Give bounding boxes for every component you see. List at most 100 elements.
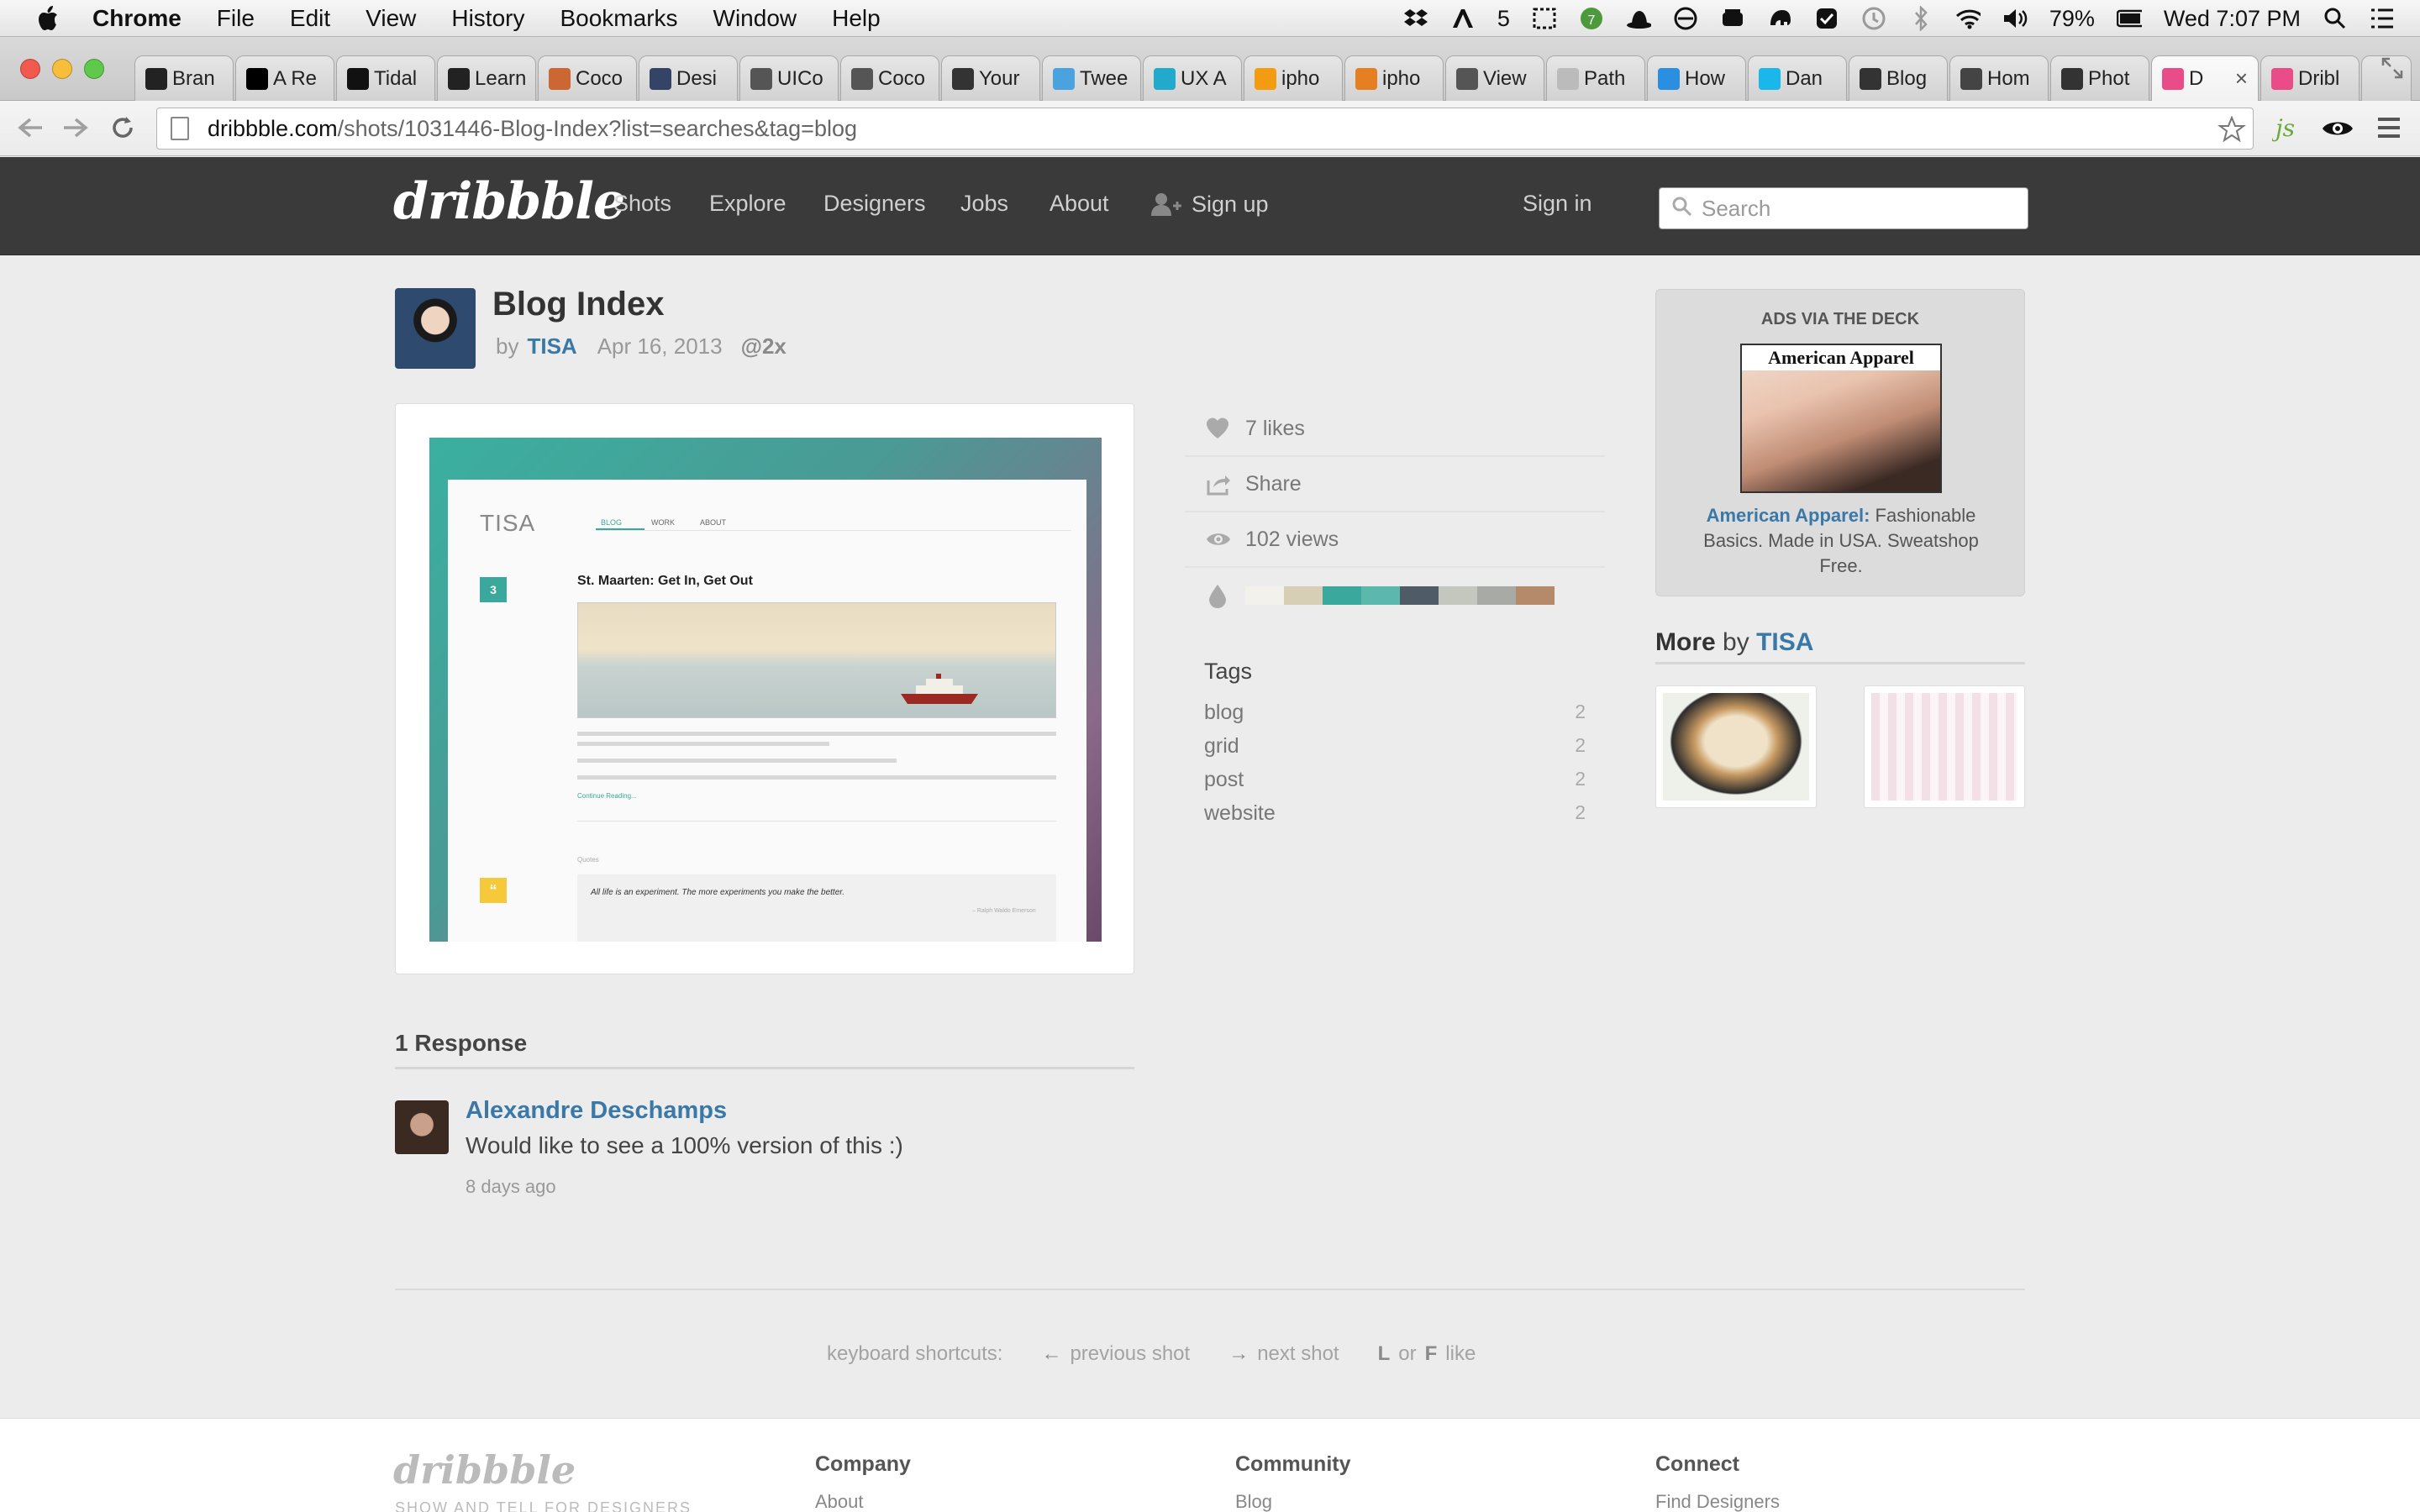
footer-link-about[interactable]: About bbox=[815, 1491, 864, 1512]
menu-window[interactable]: Window bbox=[713, 5, 797, 32]
back-arrow-icon[interactable] bbox=[12, 109, 49, 146]
color-swatch[interactable] bbox=[1323, 586, 1361, 605]
elephant-icon[interactable] bbox=[1767, 6, 1792, 31]
menu-file[interactable]: File bbox=[217, 5, 255, 32]
spotlight-search-icon[interactable] bbox=[2323, 6, 2348, 31]
js-extension-icon[interactable]: js bbox=[2270, 111, 2302, 149]
more-shot-thumbnail[interactable] bbox=[1864, 685, 2025, 808]
eye-extension-icon[interactable] bbox=[2321, 114, 2354, 147]
signin-link[interactable]: Sign in bbox=[1523, 191, 1592, 217]
wifi-icon[interactable] bbox=[1955, 6, 1981, 31]
previous-shot-link[interactable]: previous shot bbox=[1070, 1342, 1190, 1366]
alfred-hat-icon[interactable] bbox=[1626, 6, 1651, 31]
ad-image[interactable]: American Apparel bbox=[1740, 344, 1942, 493]
tag-name[interactable]: website bbox=[1204, 801, 1276, 835]
browser-tab[interactable]: ipho bbox=[1344, 55, 1444, 101]
browser-tab[interactable]: Dan bbox=[1748, 55, 1847, 101]
nav-jobs[interactable]: Jobs bbox=[960, 191, 1008, 217]
menu-edit[interactable]: Edit bbox=[290, 5, 330, 32]
tag-name[interactable]: grid bbox=[1204, 734, 1239, 768]
menu-view[interactable]: View bbox=[366, 5, 416, 32]
color-swatch[interactable] bbox=[1477, 586, 1516, 605]
footer-logo[interactable]: dribbble bbox=[393, 1447, 576, 1493]
search-input[interactable] bbox=[1702, 195, 2012, 222]
tag-row[interactable]: blog 2 bbox=[1204, 701, 1586, 734]
browser-tab[interactable]: UICo bbox=[739, 55, 839, 101]
footer-link-blog[interactable]: Blog bbox=[1235, 1491, 1272, 1512]
browser-tab[interactable]: ipho bbox=[1244, 55, 1343, 101]
browser-tab[interactable]: Dribl bbox=[2260, 55, 2360, 101]
footer-link-find-designers[interactable]: Find Designers bbox=[1655, 1491, 1780, 1512]
browser-tab[interactable]: Bran bbox=[134, 55, 234, 101]
browser-tab[interactable]: Hom bbox=[1949, 55, 2049, 101]
commenter-name[interactable]: Alexandre Deschamps bbox=[466, 1097, 727, 1125]
bookmark-star-icon[interactable] bbox=[2217, 115, 2246, 150]
browser-tab[interactable]: How bbox=[1647, 55, 1746, 101]
tag-row[interactable]: grid 2 bbox=[1204, 734, 1586, 768]
browser-tab[interactable]: Tidal bbox=[336, 55, 435, 101]
more-shot-thumbnail[interactable] bbox=[1655, 685, 1817, 808]
like-shortcut-label[interactable]: like bbox=[1445, 1342, 1476, 1366]
fullscreen-icon[interactable] bbox=[2380, 55, 2410, 86]
browser-tab[interactable]: Your bbox=[941, 55, 1040, 101]
browser-tab[interactable]: Phot bbox=[2050, 55, 2149, 101]
browser-tab-active[interactable]: D × bbox=[2151, 55, 2259, 101]
browser-tab[interactable]: View bbox=[1445, 55, 1544, 101]
more-author-link[interactable]: TISA bbox=[1756, 628, 1813, 656]
comment-time[interactable]: 8 days ago bbox=[466, 1176, 556, 1198]
dribbble-logo[interactable]: dribbble bbox=[393, 172, 625, 231]
checkbox-app-icon[interactable] bbox=[1814, 6, 1839, 31]
battery-icon[interactable] bbox=[2116, 6, 2142, 31]
commenter-avatar[interactable] bbox=[395, 1100, 449, 1154]
sync-icon[interactable] bbox=[1673, 6, 1698, 31]
nav-shots[interactable]: Shots bbox=[613, 191, 671, 217]
tag-row[interactable]: website 2 bbox=[1204, 801, 1586, 835]
browser-tab[interactable]: Twee bbox=[1042, 55, 1141, 101]
tag-name[interactable]: blog bbox=[1204, 701, 1244, 734]
shot-image-card[interactable]: TISA BLOG WORK ABOUT 3 St. Maarten: Get … bbox=[395, 403, 1134, 974]
notification-center-icon[interactable] bbox=[2370, 6, 2395, 31]
browser-tab[interactable]: A Re bbox=[235, 55, 334, 101]
next-shot-link[interactable]: next shot bbox=[1257, 1342, 1339, 1366]
search-field[interactable] bbox=[1659, 187, 2028, 229]
apple-logo-icon[interactable] bbox=[32, 2, 66, 35]
volume-icon[interactable] bbox=[2002, 6, 2028, 31]
browser-tab[interactable]: Coco bbox=[538, 55, 637, 101]
tag-name[interactable]: post bbox=[1204, 768, 1244, 801]
tag-row[interactable]: post 2 bbox=[1204, 768, 1586, 801]
menubar-clock[interactable]: Wed 7:07 PM bbox=[2164, 6, 2301, 32]
screen-capture-icon[interactable] bbox=[1532, 6, 1557, 31]
time-machine-icon[interactable] bbox=[1861, 6, 1886, 31]
ad-link[interactable]: American Apparel: bbox=[1707, 505, 1870, 526]
window-zoom-button[interactable] bbox=[84, 59, 104, 79]
window-close-button[interactable] bbox=[20, 59, 40, 79]
nav-about[interactable]: About bbox=[1050, 191, 1109, 217]
nav-signup[interactable]: Sign up bbox=[1150, 191, 1269, 218]
chrome-menu-icon[interactable] bbox=[2375, 114, 2403, 145]
share-row[interactable]: Share bbox=[1185, 457, 1605, 512]
dropbox-icon[interactable] bbox=[1403, 6, 1428, 31]
color-swatch[interactable] bbox=[1400, 586, 1439, 605]
evernote-icon[interactable]: 7 bbox=[1579, 6, 1604, 31]
browser-tab[interactable]: Blog bbox=[1849, 55, 1948, 101]
browser-tab[interactable]: Coco bbox=[840, 55, 939, 101]
tab-close-icon[interactable]: × bbox=[2235, 66, 2248, 92]
menu-help[interactable]: Help bbox=[832, 5, 881, 32]
color-swatch[interactable] bbox=[1361, 586, 1400, 605]
browser-tab[interactable]: Path bbox=[1546, 55, 1645, 101]
address-bar[interactable]: dribbble.com/shots/1031446-Blog-Index?li… bbox=[156, 108, 2254, 150]
resolution-badge[interactable]: @2x bbox=[741, 333, 786, 360]
browser-tab[interactable]: UX A bbox=[1143, 55, 1242, 101]
menu-bookmarks[interactable]: Bookmarks bbox=[560, 5, 677, 32]
color-swatch[interactable] bbox=[1439, 586, 1477, 605]
author-link[interactable]: TISA bbox=[527, 333, 576, 360]
menu-history[interactable]: History bbox=[451, 5, 524, 32]
nav-designers[interactable]: Designers bbox=[823, 191, 926, 217]
reload-icon[interactable] bbox=[104, 109, 141, 146]
bluetooth-icon[interactable] bbox=[1908, 6, 1933, 31]
browser-tab[interactable]: Learn bbox=[437, 55, 536, 101]
forward-arrow-icon[interactable] bbox=[57, 109, 94, 146]
window-minimize-button[interactable] bbox=[52, 59, 72, 79]
adobe-icon[interactable] bbox=[1450, 6, 1476, 31]
browser-tab[interactable]: Desi bbox=[639, 55, 738, 101]
